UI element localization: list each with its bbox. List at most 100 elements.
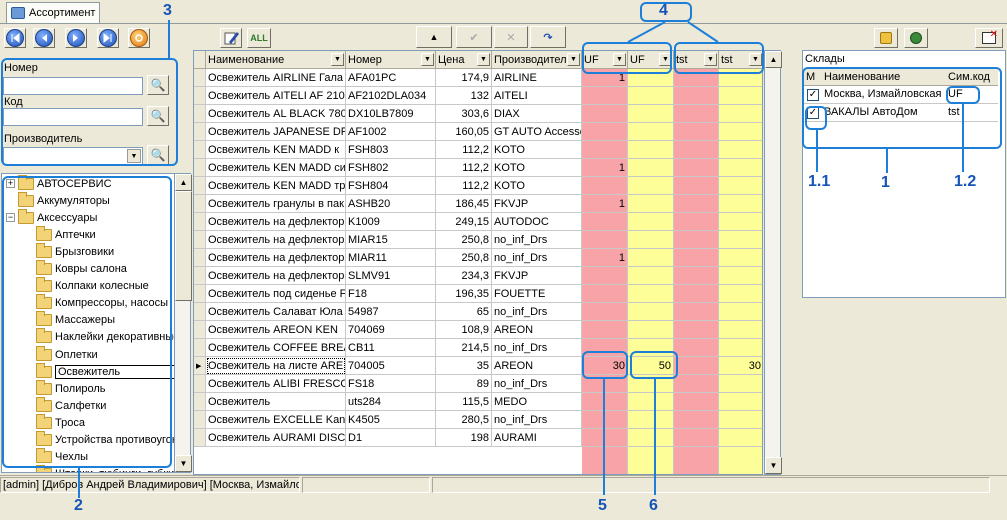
row-indicator[interactable] [194,375,206,393]
cell-number[interactable]: K4505 [346,411,436,429]
cell-uf-1[interactable] [582,177,628,195]
cell-name[interactable]: Освежитель AURAMI DISC [206,429,346,447]
filter-dropdown-icon[interactable]: ▼ [704,53,717,66]
cell-name[interactable]: Освежитель AL BLACK 780 [206,105,346,123]
cell-price[interactable]: 196,35 [436,285,492,303]
cell-uf-2[interactable] [628,429,674,447]
cell-uf-2[interactable]: 50 [628,357,674,375]
cell-number[interactable]: AF1002 [346,123,436,141]
tree-item[interactable]: Аптечки [36,225,96,243]
cell-number[interactable]: FS18 [346,375,436,393]
last-button[interactable] [97,28,119,48]
filter-dropdown-icon[interactable]: ▼ [659,53,672,66]
cell-uf-2[interactable] [628,231,674,249]
cell-tst-1[interactable] [674,321,719,339]
tree-item[interactable]: Салфетки [36,396,106,414]
cell-uf-2[interactable] [628,249,674,267]
cell-uf-1[interactable] [582,267,628,285]
cell-price[interactable]: 303,6 [436,105,492,123]
table-row[interactable]: Освежитель KEN MADD си FSH802 112,2 KOTO 1 [194,159,762,177]
row-indicator[interactable] [194,213,206,231]
row-indicator[interactable] [194,303,206,321]
cell-uf-1[interactable] [582,141,628,159]
row-indicator[interactable] [194,249,206,267]
cell-uf-2[interactable] [628,321,674,339]
cell-tst-1[interactable] [674,375,719,393]
row-indicator[interactable] [194,393,206,411]
tree-scrollbar[interactable]: ▲ ▼ [174,173,192,473]
table-row[interactable]: Освежитель KEN MADD тр FSH804 112,2 KOTO [194,177,762,195]
cancel-button[interactable]: ✕ [494,26,528,48]
cell-price[interactable]: 35 [436,357,492,375]
cell-tst-1[interactable] [674,357,719,375]
cell-tst-2[interactable] [719,249,762,267]
cell-producer[interactable]: AURAMI [492,429,582,447]
cell-number[interactable]: CB11 [346,339,436,357]
filter-dropdown-icon[interactable]: ▼ [421,53,434,66]
cell-tst-2[interactable] [719,429,762,447]
cell-price[interactable]: 115,5 [436,393,492,411]
cell-name[interactable]: Освежитель на дефлектор [206,231,346,249]
first-button[interactable] [4,28,26,48]
column-header-name[interactable]: Наименование [824,71,900,83]
row-indicator[interactable]: ▶ [194,357,206,375]
warehouse-row[interactable]: ✓ ВАКАЛЫ АвтоДом tst [804,104,998,122]
next-button[interactable] [65,28,87,48]
redo-button[interactable]: ↷ [530,26,566,48]
cell-name[interactable]: Освежитель EXCELLE Kan [206,411,346,429]
row-indicator[interactable] [194,69,206,87]
cell-tst-1[interactable] [674,87,719,105]
cell-number[interactable]: 704069 [346,321,436,339]
cell-uf-1[interactable] [582,105,628,123]
cell-price[interactable]: 198 [436,429,492,447]
tree-item[interactable]: Брызговики [36,242,114,260]
cell-number[interactable]: F18 [346,285,436,303]
tree-item[interactable]: + АВТОСЕРВИС [6,174,112,192]
cell-number[interactable]: SLMV91 [346,267,436,285]
edit-button[interactable] [220,28,242,48]
filter-dropdown-icon[interactable]: ▼ [331,53,344,66]
cell-producer[interactable]: AREON [492,357,582,375]
producer-search-button[interactable]: 🔍 [147,145,169,165]
chevron-down-icon[interactable]: ▼ [127,149,141,163]
filter-dropdown-icon[interactable]: ▼ [477,53,490,66]
code-search-button[interactable]: 🔍 [147,106,169,126]
cell-tst-1[interactable] [674,177,719,195]
cell-uf-1[interactable] [582,339,628,357]
cell-price[interactable]: 280,5 [436,411,492,429]
cell-uf-2[interactable] [628,339,674,357]
tree-item[interactable]: Оплетки [36,345,98,363]
cell-producer[interactable]: AREON [492,321,582,339]
cell-uf-1[interactable] [582,285,628,303]
cell-tst-2[interactable] [719,267,762,285]
row-indicator[interactable] [194,267,206,285]
cell-name[interactable]: Освежитель COFFEE BREA [206,339,346,357]
cell-price[interactable]: 249,15 [436,213,492,231]
row-indicator[interactable] [194,105,206,123]
table-row[interactable]: Освежитель ALIBI FRESCO FS18 89 no_inf_Drs [194,375,762,393]
cell-name[interactable]: Освежитель JAPANESE DF [206,123,346,141]
cell-uf-2[interactable] [628,411,674,429]
cell-uf-1[interactable]: 1 [582,69,628,87]
cell-price[interactable]: 160,05 [436,123,492,141]
filter-dropdown-icon[interactable]: ▼ [749,53,762,66]
cell-price[interactable]: 65 [436,303,492,321]
column-header-tst-2[interactable]: tst ▼ [719,51,762,69]
refresh-button[interactable] [128,28,150,48]
cell-name[interactable]: Освежитель AITELI AF 210 [206,87,346,105]
cell-number[interactable]: FSH804 [346,177,436,195]
prev-button[interactable] [33,28,55,48]
cell-tst-2[interactable] [719,213,762,231]
scroll-down-button[interactable]: ▼ [175,455,192,472]
row-indicator[interactable] [194,231,206,249]
cell-tst-1[interactable] [674,411,719,429]
cell-name[interactable]: Освежитель KEN MADD тр [206,177,346,195]
cell-tst-2[interactable] [719,195,762,213]
cell-name[interactable]: Освежитель на дефлектор [206,249,346,267]
users-button[interactable] [904,28,928,48]
cell-tst-2[interactable] [719,393,762,411]
tree-item[interactable]: Устройства противоугонные [36,431,190,449]
table-row[interactable]: Освежитель Салават Юла 54987 65 no_inf_Drs [194,303,762,321]
confirm-button[interactable]: ✔ [456,26,492,48]
cell-number[interactable]: 704005 [346,357,436,375]
